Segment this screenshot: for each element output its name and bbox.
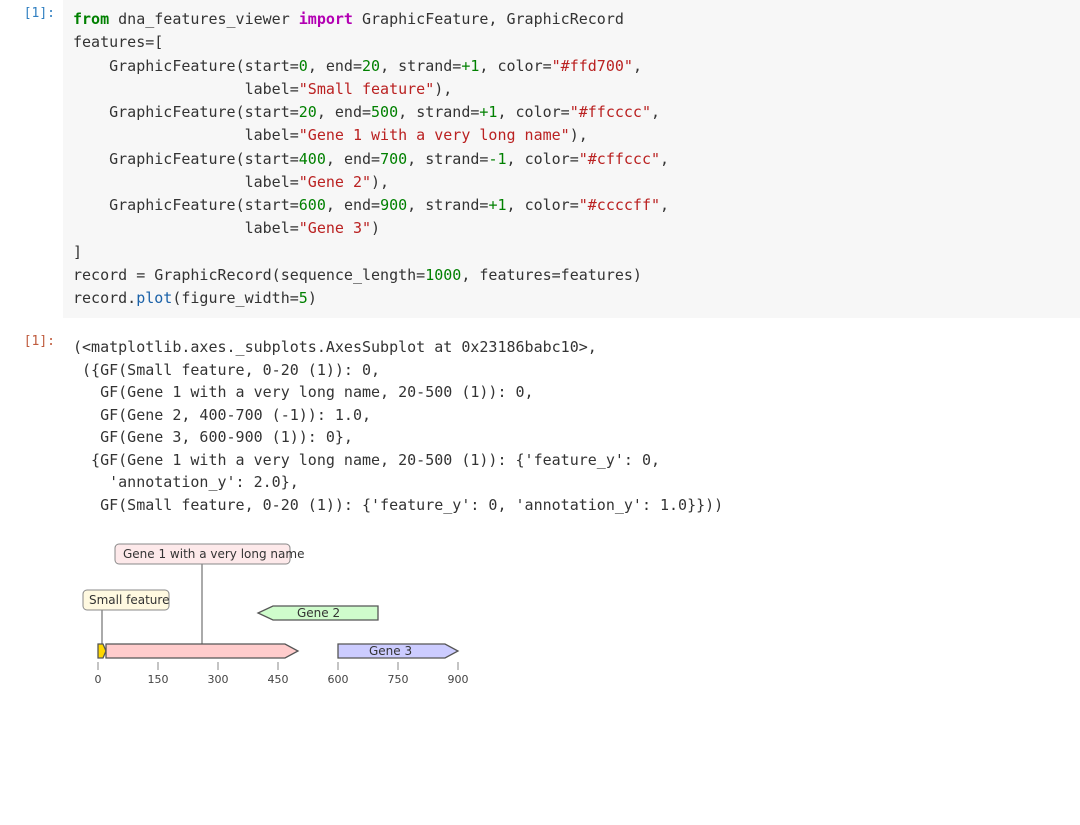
label-gene1: Gene 1 with a very long name [123, 547, 304, 561]
kw-color: color= [497, 57, 551, 75]
kw-color: color= [525, 196, 579, 214]
code-line: record.plot(figure_width=5) [73, 289, 317, 307]
code-editor[interactable]: from dna_features_viewer import GraphicF… [63, 0, 1080, 318]
num: 5 [299, 289, 308, 307]
kw-color: color= [516, 103, 570, 121]
str: "#ffd700" [552, 57, 633, 75]
gf-call: GraphicFeature [109, 57, 235, 75]
code-line: ] [73, 243, 82, 261]
num: 700 [380, 150, 407, 168]
feature-small [98, 644, 106, 658]
kw-end: end= [344, 150, 380, 168]
tick-450: 450 [268, 673, 289, 686]
kw-start: start= [245, 196, 299, 214]
label-gene3: Gene 3 [369, 644, 412, 658]
keyword-import: import [299, 10, 353, 28]
x-ticks: 0 150 300 450 600 750 900 [95, 662, 469, 686]
tick-600: 600 [328, 673, 349, 686]
output-cell: [1]: (<matplotlib.axes._subplots.AxesSub… [0, 328, 1080, 516]
str: "#ffcccc" [570, 103, 651, 121]
tick-900: 900 [448, 673, 469, 686]
label-gene2: Gene 2 [297, 606, 340, 620]
str: "Small feature" [299, 80, 434, 98]
output-plot-row: Gene 1 with a very long name Small featu… [0, 516, 1080, 715]
imported-names: GraphicFeature, GraphicRecord [362, 10, 624, 28]
kw-label: label= [245, 80, 299, 98]
keyword-from: from [73, 10, 109, 28]
kw-end: end= [344, 196, 380, 214]
feature-gene1 [106, 644, 298, 658]
num: 900 [380, 196, 407, 214]
kw-strand: strand= [425, 150, 488, 168]
input-prompt: [1]: [0, 0, 63, 318]
gf-call: GraphicFeature [109, 196, 235, 214]
kw-strand: strand= [398, 57, 461, 75]
plot-prompt-empty [0, 516, 63, 715]
tick-750: 750 [388, 673, 409, 686]
num: +1 [479, 103, 497, 121]
output-text: (<matplotlib.axes._subplots.AxesSubplot … [63, 328, 1080, 516]
code-line: features=[ [73, 33, 163, 51]
str: "Gene 3" [299, 219, 371, 237]
kw-label: label= [245, 173, 299, 191]
kw-strand: strand= [425, 196, 488, 214]
num: -1 [488, 150, 506, 168]
kw-start: start= [245, 150, 299, 168]
str: "#ccccff" [579, 196, 660, 214]
gf-call: GraphicFeature [109, 150, 235, 168]
kw-end: end= [326, 57, 362, 75]
str: "#cffccc" [579, 150, 660, 168]
num: 0 [299, 57, 308, 75]
input-cell: [1]: from dna_features_viewer import Gra… [0, 0, 1080, 318]
kw-label: label= [245, 219, 299, 237]
dna-features-plot: Gene 1 with a very long name Small featu… [73, 526, 513, 701]
num: +1 [461, 57, 479, 75]
kw-start: start= [245, 103, 299, 121]
str: "Gene 1 with a very long name" [299, 126, 570, 144]
kw-color: color= [525, 150, 579, 168]
tick-300: 300 [208, 673, 229, 686]
tick-0: 0 [95, 673, 102, 686]
kw-label: label= [245, 126, 299, 144]
output-prompt: [1]: [0, 328, 63, 516]
kw-end: end= [335, 103, 371, 121]
num: 500 [371, 103, 398, 121]
output-plot: Gene 1 with a very long name Small featu… [63, 516, 1080, 715]
num: +1 [488, 196, 506, 214]
tick-150: 150 [148, 673, 169, 686]
num: 600 [299, 196, 326, 214]
str: "Gene 2" [299, 173, 371, 191]
gf-call: GraphicFeature [109, 103, 235, 121]
num: 20 [299, 103, 317, 121]
num: 400 [299, 150, 326, 168]
kw-start: start= [245, 57, 299, 75]
num: 1000 [425, 266, 461, 284]
kw-strand: strand= [416, 103, 479, 121]
module-name: dna_features_viewer [118, 10, 290, 28]
code-line: record = GraphicRecord(sequence_length=1… [73, 266, 642, 284]
num: 20 [362, 57, 380, 75]
label-small: Small feature [89, 593, 169, 607]
